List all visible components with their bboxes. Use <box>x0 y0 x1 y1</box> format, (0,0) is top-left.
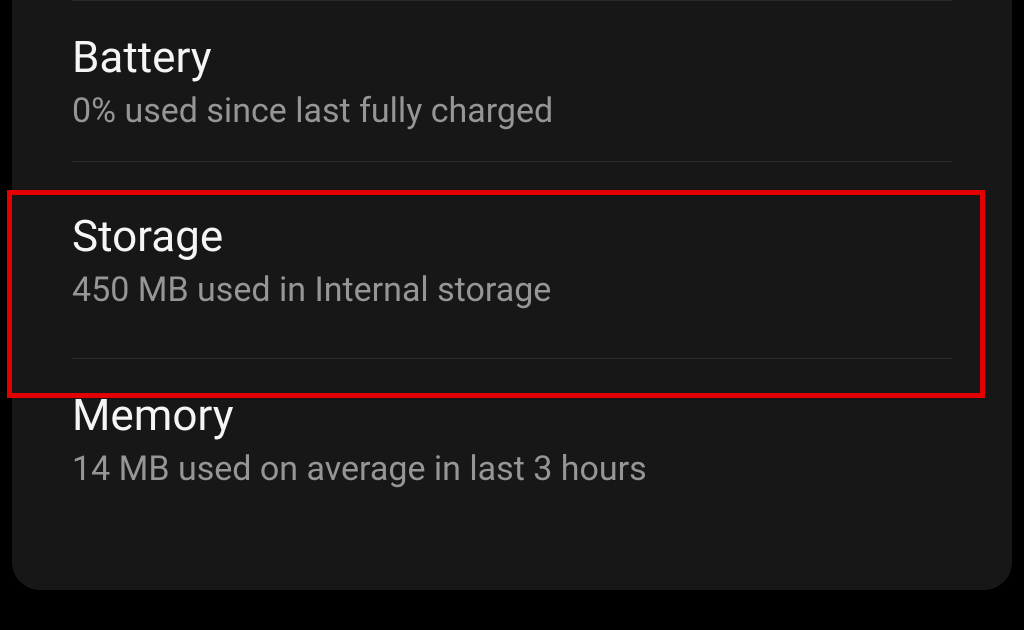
battery-item[interactable]: Battery 0% used since last fully charged <box>12 1 1012 161</box>
battery-subtitle: 0% used since last fully charged <box>72 91 952 131</box>
settings-panel: Battery 0% used since last fully charged… <box>12 0 1012 590</box>
storage-item[interactable]: Storage 450 MB used in Internal storage <box>12 162 1012 358</box>
storage-subtitle: 450 MB used in Internal storage <box>72 270 952 310</box>
memory-subtitle: 14 MB used on average in last 3 hours <box>72 449 952 489</box>
battery-title: Battery <box>72 31 952 83</box>
storage-title: Storage <box>72 210 952 262</box>
memory-item[interactable]: Memory 14 MB used on average in last 3 h… <box>12 359 1012 519</box>
memory-title: Memory <box>72 389 952 441</box>
